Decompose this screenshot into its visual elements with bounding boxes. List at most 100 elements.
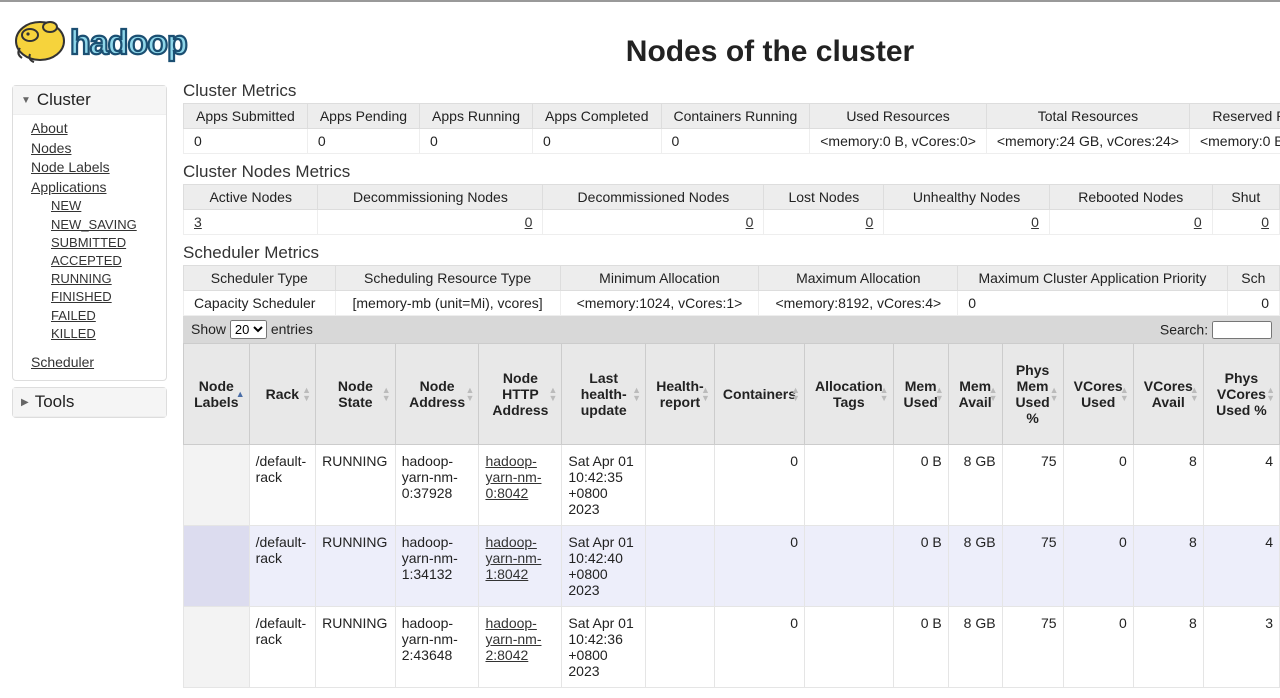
th-unhealthy-nodes: Unhealthy Nodes [884,185,1050,210]
nodes-table: Node Labels▲Rack▲▼Node State▲▼Node Addre… [183,343,1280,688]
nodes-th-phys_mem[interactable]: Phys Mem Used %▲▼ [1002,344,1063,445]
nodes-th-alloc_tags[interactable]: Allocation Tags▲▼ [805,344,894,445]
link-unhealthy-nodes[interactable]: 0 [1031,214,1039,230]
sort-icon: ▲▼ [989,386,998,402]
nodes-td-vc_avail: 8 [1133,526,1203,607]
nodes-th-vc_used[interactable]: VCores Used▲▼ [1063,344,1133,445]
link-lost-nodes[interactable]: 0 [866,214,874,230]
nodes-td-containers: 0 [714,607,804,688]
nodes-th-health_rep[interactable]: Health-report▲▼ [646,344,715,445]
nodes-th-phys_vc[interactable]: Phys VCores Used %▲▼ [1203,344,1279,445]
sidebar-link-killed[interactable]: KILLED [51,325,162,343]
sidebar-link-applications[interactable]: Applications [31,178,162,198]
td-scheduler-type: Capacity Scheduler [184,291,336,316]
link-shutdown-nodes[interactable]: 0 [1261,214,1269,230]
hadoop-logo: hadoop [10,8,260,73]
sidebar-link-new[interactable]: NEW [51,197,162,215]
datatable-controls: Show 20 entries Search: [183,316,1280,343]
node-http-link[interactable]: hadoop-yarn-nm-2:8042 [485,615,541,663]
sidebar-appstates: NEW NEW_SAVING SUBMITTED ACCEPTED RUNNIN… [51,197,162,343]
datatable-show-prefix: Show [191,321,226,337]
table-row: /default-rackRUNNINGhadoop-yarn-nm-1:341… [184,526,1280,607]
nodes-td-state: RUNNING [316,607,396,688]
sidebar-panel-tools-label: Tools [35,392,75,412]
nodes-td-mem_avail: 8 GB [948,526,1002,607]
nodes-td-state: RUNNING [316,526,396,607]
sidebar: ▼ Cluster About Nodes Node Labels Applic… [0,73,175,696]
nodes-td-phys_vc: 4 [1203,445,1279,526]
th-maximum-allocation: Maximum Allocation [759,266,958,291]
th-used-resources: Used Resources [810,104,987,129]
td-max-priority: 0 [958,291,1227,316]
sidebar-link-about[interactable]: About [31,119,162,139]
nodes-td-mem_avail: 8 GB [948,445,1002,526]
th-sch: Sch [1227,266,1279,291]
nodes-td-health_rep [646,526,715,607]
sidebar-link-accepted[interactable]: ACCEPTED [51,252,162,270]
sidebar-link-nodes[interactable]: Nodes [31,139,162,159]
sidebar-link-node-labels[interactable]: Node Labels [31,158,162,178]
th-lost-nodes: Lost Nodes [764,185,884,210]
node-http-link[interactable]: hadoop-yarn-nm-0:8042 [485,453,541,501]
sort-icon: ▲▼ [1120,386,1129,402]
link-rebooted-nodes[interactable]: 0 [1194,214,1202,230]
th-decommissioned-nodes: Decommissioned Nodes [543,185,764,210]
nodes-th-state[interactable]: Node State▲▼ [316,344,396,445]
sort-icon: ▲▼ [382,386,391,402]
scheduler-metrics-table: Scheduler Type Scheduling Resource Type … [183,265,1280,316]
nodes-th-vc_avail[interactable]: VCores Avail▲▼ [1133,344,1203,445]
datatable-length-select[interactable]: 20 [230,320,267,339]
nodes-th-health_upd[interactable]: Last health-update▲▼ [562,344,646,445]
sort-icon: ▲▼ [302,386,311,402]
th-total-resources: Total Resources [986,104,1189,129]
nodes-td-mem_used: 0 B [893,445,948,526]
nodes-td-addr: hadoop-yarn-nm-1:34132 [395,526,479,607]
th-apps-pending: Apps Pending [307,104,419,129]
cluster-nodes-metrics-table: Active Nodes Decommissioning Nodes Decom… [183,184,1280,235]
sidebar-panel-cluster-header[interactable]: ▼ Cluster [13,86,166,115]
sidebar-panel-tools-header[interactable]: ▶ Tools [13,388,166,417]
th-decommissioning-nodes: Decommissioning Nodes [318,185,543,210]
link-active-nodes[interactable]: 3 [194,214,202,230]
nodes-td-rack: /default-rack [249,445,315,526]
sidebar-panel-tools: ▶ Tools [12,387,167,418]
nodes-td-containers: 0 [714,445,804,526]
nodes-td-health_rep [646,445,715,526]
link-decommissioned-nodes[interactable]: 0 [746,214,754,230]
nodes-td-health_rep [646,607,715,688]
nodes-td-http: hadoop-yarn-nm-0:8042 [479,445,562,526]
td-apps-running: 0 [420,129,533,154]
sidebar-link-scheduler[interactable]: Scheduler [31,353,162,373]
nodes-td-mem_used: 0 B [893,526,948,607]
sidebar-link-finished[interactable]: FINISHED [51,288,162,306]
sidebar-link-failed[interactable]: FAILED [51,307,162,325]
nodes-td-phys_mem: 75 [1002,445,1063,526]
table-row: /default-rackRUNNINGhadoop-yarn-nm-0:379… [184,445,1280,526]
nodes-td-mem_used: 0 B [893,607,948,688]
nodes-td-phys_vc: 3 [1203,607,1279,688]
td-sch-val: 0 [1227,291,1279,316]
th-apps-completed: Apps Completed [532,104,661,129]
sidebar-link-running[interactable]: RUNNING [51,270,162,288]
nodes-th-http[interactable]: Node HTTP Address▲▼ [479,344,562,445]
nodes-th-rack[interactable]: Rack▲▼ [249,344,315,445]
nodes-td-http: hadoop-yarn-nm-1:8042 [479,526,562,607]
th-reserved-resources: Reserved Resources [1189,104,1280,129]
nodes-td-vc_used: 0 [1063,445,1133,526]
nodes-td-phys_vc: 4 [1203,526,1279,607]
nodes-th-containers[interactable]: Containers▲▼ [714,344,804,445]
sidebar-link-submitted[interactable]: SUBMITTED [51,234,162,252]
link-decommissioning-nodes[interactable]: 0 [525,214,533,230]
sort-icon: ▲ [236,390,245,398]
nodes-th-labels[interactable]: Node Labels▲ [184,344,250,445]
sort-icon: ▲▼ [1266,386,1275,402]
sidebar-link-new-saving[interactable]: NEW_SAVING [51,216,162,234]
section-title-scheduler-metrics: Scheduler Metrics [183,243,1280,263]
nodes-th-mem_used[interactable]: Mem Used▲▼ [893,344,948,445]
nodes-th-addr[interactable]: Node Address▲▼ [395,344,479,445]
nodes-td-phys_mem: 75 [1002,526,1063,607]
node-http-link[interactable]: hadoop-yarn-nm-1:8042 [485,534,541,582]
th-rebooted-nodes: Rebooted Nodes [1049,185,1212,210]
nodes-th-mem_avail[interactable]: Mem Avail▲▼ [948,344,1002,445]
datatable-search-input[interactable] [1212,321,1272,339]
